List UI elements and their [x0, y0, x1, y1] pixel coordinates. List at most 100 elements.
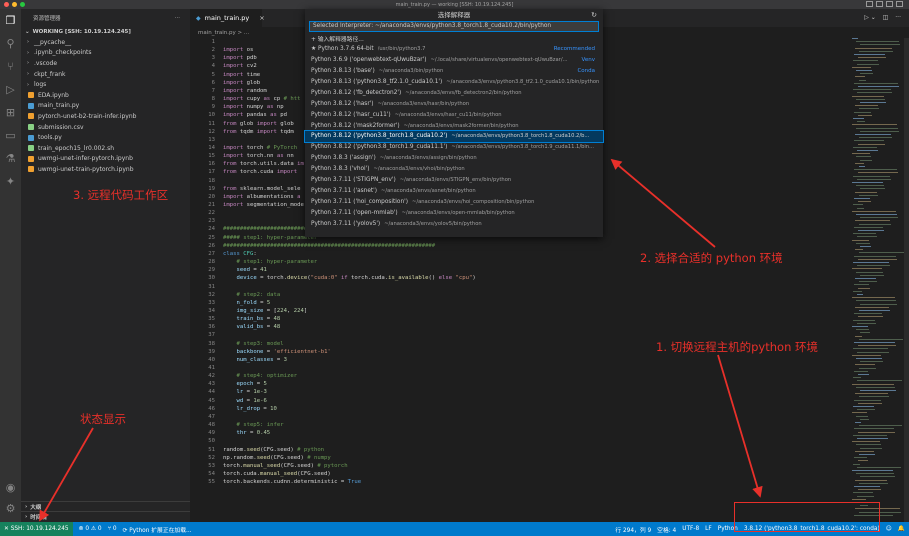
interpreter-option[interactable]: Python 3.7.11 ('yolov5') ~/anaconda3/envs…	[305, 218, 603, 229]
interpreter-option[interactable]: Python 3.7.11 ('asnet') ~/anaconda3/envs/…	[305, 185, 603, 196]
minimap-line	[859, 79, 866, 81]
timeline-section[interactable]: › 时间线	[21, 511, 190, 521]
toggle-sidebar-icon[interactable]	[866, 1, 873, 7]
code-token: # PyTorch	[266, 144, 298, 151]
encoding-status[interactable]: UTF-8	[682, 526, 699, 532]
interpreter-option[interactable]: Python 3.7.11 ('open-mmlab') ~/anaconda3/…	[305, 207, 603, 218]
toggle-secondary-sidebar-icon[interactable]	[886, 1, 893, 7]
toggle-panel-icon[interactable]	[876, 1, 883, 7]
remote-explorer-icon[interactable]: ▭	[4, 129, 17, 142]
notifications-bell-icon[interactable]: 🔔	[898, 526, 905, 532]
file-item[interactable]: train_epoch15_lr0.002.sh	[21, 143, 190, 154]
minimap-line	[852, 470, 893, 471]
code-token: ]	[303, 307, 308, 314]
minimap-line	[854, 82, 898, 84]
tab-main-train[interactable]: ◆ main_train.py ×	[190, 9, 265, 27]
interpreter-option[interactable]: Python 3.8.12 ('hasr_cu11') ~/anaconda3/e…	[305, 109, 603, 120]
extensions-icon[interactable]: ⊞	[4, 106, 17, 119]
folder-item[interactable]: › ckpt_frank	[21, 69, 190, 80]
minimap[interactable]	[852, 38, 904, 522]
outline-section[interactable]: › 大纲	[21, 501, 190, 511]
code-token: manual_seed	[260, 470, 298, 477]
run-debug-icon[interactable]: ▷	[4, 83, 17, 96]
problems-status[interactable]: ⊗ 0 ⚠ 0	[79, 526, 102, 532]
minimap-line	[857, 207, 864, 209]
remote-indicator[interactable]: ✕ SSH: 10.19.124.245	[0, 522, 73, 536]
file-item[interactable]: pytorch-unet-b2-train-infer.ipynb	[21, 111, 190, 122]
testing-icon[interactable]: ⚗	[4, 152, 17, 165]
minimap-line	[857, 495, 874, 497]
minimap-line	[860, 390, 896, 391]
file-item[interactable]: EDA.ipynb	[21, 90, 190, 101]
code-token: torch.utils.data	[236, 161, 298, 168]
interpreter-option[interactable]: + 输入解释器路径...	[305, 33, 603, 44]
explorer-more-button[interactable]: ···	[175, 15, 180, 21]
minimap-line	[860, 159, 872, 161]
breadcrumb[interactable]: main_train.py > ...	[190, 27, 249, 38]
line-number: 6	[211, 79, 215, 86]
chevron-down-icon: ⌄	[25, 29, 30, 35]
folder-item[interactable]: › .vscode	[21, 58, 190, 69]
interpreter-option[interactable]: Python 3.8.12 ('python3.8_torch1.8_cuda1…	[304, 130, 604, 143]
editor-scrollbar[interactable]	[904, 38, 909, 522]
close-tab-button[interactable]: ×	[259, 14, 264, 22]
file-type-icon	[28, 155, 34, 162]
folder-item[interactable]: › logs	[21, 79, 190, 90]
code-token: im	[297, 161, 304, 168]
interpreter-option[interactable]: ★ Python 3.7.6 64-bit/usr/bin/python3.7 R…	[305, 44, 603, 55]
minimap-line	[856, 300, 896, 302]
workspace-section[interactable]: ⌄ WORKING [SSH: 10.19.124.245]	[21, 27, 190, 37]
code-token: )	[472, 275, 476, 282]
interpreter-option[interactable]: Python 3.7.11 ('STIGPN_env') ~/anaconda3/…	[305, 175, 603, 186]
interpreter-label: Python 3.6.9 ('openwebtext-qUwuBzar')	[311, 57, 427, 64]
code-token: sklearn.model_sele	[236, 185, 301, 192]
extension-loading-status[interactable]: ⟳ Python 扩展正在加载...	[123, 525, 192, 534]
explorer-icon[interactable]: ❐	[4, 14, 17, 27]
interpreter-option[interactable]: Python 3.8.3 ('assign') ~/anaconda3/envs/…	[305, 153, 603, 164]
interpreter-search-input[interactable]: Selected Interpreter: ~/anaconda3/envs/p…	[309, 21, 599, 32]
interpreter-option[interactable]: Python 3.8.3 ('vhoi') ~/anaconda3/envs/vh…	[305, 164, 603, 175]
interpreter-option[interactable]: Python 3.8.13 ('python3.8_tf2.1.0_cuda10…	[305, 77, 603, 88]
split-editor-icon[interactable]: ◫	[883, 14, 889, 21]
customize-layout-icon[interactable]	[896, 1, 903, 7]
more-actions-icon[interactable]: ···	[895, 14, 901, 21]
code-token: "cpu"	[455, 275, 473, 282]
minimap-line	[854, 428, 894, 430]
folder-item[interactable]: › __pycache__	[21, 37, 190, 48]
code-token: # step3: model	[223, 340, 284, 347]
code-token: tqdm	[276, 128, 294, 135]
code-line: 51 random.seed(CFG.seed) # python	[190, 446, 850, 454]
refresh-icon[interactable]: ↻	[591, 9, 597, 21]
interpreter-option[interactable]: Python 3.8.12 ('hasr') ~/anaconda3/envs/h…	[305, 98, 603, 109]
cursor-position[interactable]: 行 294，列 9	[615, 525, 651, 534]
account-icon[interactable]: ◉	[4, 481, 17, 494]
source-control-icon[interactable]: ⑂	[4, 60, 17, 73]
run-icon[interactable]: ▷ ⌄	[864, 14, 876, 21]
python-icon[interactable]: ✦	[4, 175, 17, 188]
line-number: 45	[208, 397, 215, 404]
interpreter-option[interactable]: Python 3.8.13 ('base') ~/anaconda3/bin/py…	[305, 66, 603, 77]
interpreter-option[interactable]: Python 3.6.9 ('openwebtext-qUwuBzar') ~/.…	[305, 55, 603, 66]
interpreter-option[interactable]: Python 3.7.11 ('hoi_composition') ~/anaco…	[305, 196, 603, 207]
code-token: 10	[270, 405, 277, 412]
file-item[interactable]: main_train.py	[21, 101, 190, 112]
file-item[interactable]: submission.csv	[21, 122, 190, 133]
feedback-icon[interactable]: ☺	[886, 526, 892, 532]
file-item[interactable]: tools.py	[21, 132, 190, 143]
indentation-status[interactable]: 空格: 4	[657, 525, 676, 534]
ports-status[interactable]: ⑂ 0	[108, 526, 117, 532]
interpreter-option[interactable]: Python 3.8.12 ('python3.8_torch1.9_cuda1…	[305, 142, 603, 153]
folder-item[interactable]: › .ipynb_checkpoints	[21, 48, 190, 59]
minimap-line	[852, 297, 895, 299]
search-icon[interactable]: ⚲	[4, 37, 17, 50]
line-number: 8	[211, 96, 215, 103]
file-item[interactable]: uwmgi-unet-train-pytorch.ipynb	[21, 164, 190, 175]
file-item[interactable]: uwmgi-unet-infer-pytorch.ipynb	[21, 154, 190, 165]
eol-status[interactable]: LF	[705, 526, 712, 532]
settings-gear-icon[interactable]: ⚙	[4, 502, 17, 515]
interpreter-option[interactable]: Python 3.8.12 ('fb_detectron2') ~/anacond…	[305, 87, 603, 98]
minimap-line	[853, 60, 878, 62]
code-token: # python	[297, 446, 325, 453]
line-number: 19	[208, 185, 215, 192]
interpreter-option[interactable]: Python 3.8.12 ('mask2former') ~/anaconda3…	[305, 120, 603, 131]
